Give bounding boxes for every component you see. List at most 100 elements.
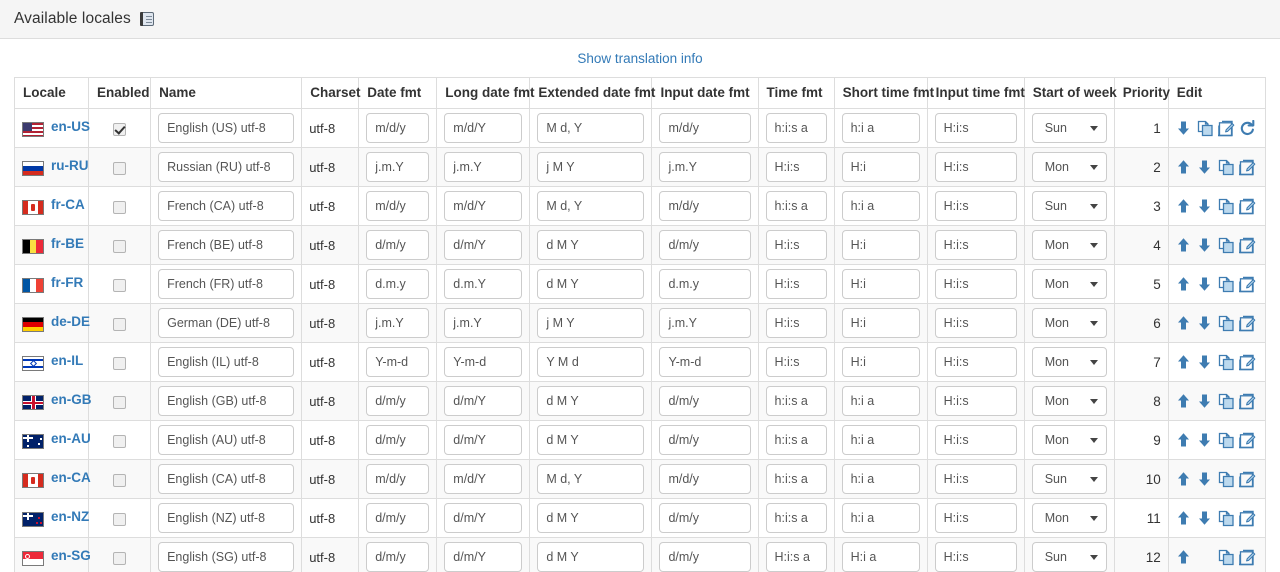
enabled-checkbox-en-SG[interactable]: [113, 551, 127, 565]
input-date-fmt-input-de-DE[interactable]: [659, 308, 751, 338]
ext-date-fmt-input-fr-FR[interactable]: [537, 269, 645, 299]
short-time-fmt-input-en-IL[interactable]: [841, 347, 920, 377]
enabled-checkbox-de-DE[interactable]: [113, 317, 127, 331]
up-arrow-icon[interactable]: [1176, 237, 1193, 254]
ext-date-fmt-input-ru-RU[interactable]: [537, 152, 645, 182]
down-arrow-icon[interactable]: [1197, 510, 1214, 527]
copy-icon[interactable]: [1218, 315, 1235, 332]
copy-icon[interactable]: [1218, 276, 1235, 293]
refresh-icon[interactable]: [1239, 119, 1256, 137]
date-fmt-input-de-DE[interactable]: [366, 308, 430, 338]
input-time-fmt-input-en-SG[interactable]: [934, 542, 1017, 572]
short-time-fmt-input-fr-FR[interactable]: [841, 269, 920, 299]
up-arrow-icon[interactable]: [1176, 393, 1193, 410]
time-fmt-input-fr-FR[interactable]: [765, 269, 827, 299]
input-time-fmt-input-en-CA[interactable]: [934, 464, 1017, 494]
down-arrow-icon[interactable]: [1197, 432, 1214, 449]
edit-icon[interactable]: [1217, 120, 1235, 137]
enabled-checkbox-fr-FR[interactable]: [113, 278, 127, 292]
date-fmt-input-en-IL[interactable]: [366, 347, 430, 377]
name-input-en-IL[interactable]: [158, 347, 295, 377]
long-date-fmt-input-en-US[interactable]: [444, 113, 523, 143]
up-arrow-icon[interactable]: [1176, 354, 1193, 371]
time-fmt-input-en-AU[interactable]: [765, 425, 827, 455]
time-fmt-input-en-US[interactable]: [765, 113, 827, 143]
start-of-week-select-de-DE[interactable]: SunMon: [1031, 308, 1107, 338]
start-of-week-select-en-AU[interactable]: SunMon: [1031, 425, 1107, 455]
input-date-fmt-input-en-GB[interactable]: [659, 386, 751, 416]
short-time-fmt-input-en-GB[interactable]: [841, 386, 920, 416]
start-of-week-select-en-US[interactable]: SunMon: [1031, 113, 1107, 143]
date-fmt-input-en-SG[interactable]: [366, 542, 430, 572]
date-fmt-input-ru-RU[interactable]: [366, 152, 430, 182]
long-date-fmt-input-ru-RU[interactable]: [444, 152, 523, 182]
enabled-checkbox-en-GB[interactable]: [113, 395, 127, 409]
time-fmt-input-en-IL[interactable]: [765, 347, 827, 377]
up-arrow-icon[interactable]: [1176, 432, 1193, 449]
locale-link-en-NZ[interactable]: en-NZ: [51, 509, 89, 524]
input-time-fmt-input-en-NZ[interactable]: [934, 503, 1017, 533]
locale-link-en-CA[interactable]: en-CA: [51, 470, 91, 485]
enabled-checkbox-fr-CA[interactable]: [113, 200, 127, 214]
long-date-fmt-input-en-GB[interactable]: [444, 386, 523, 416]
up-arrow-icon[interactable]: [1176, 198, 1193, 215]
start-of-week-select-en-GB[interactable]: SunMon: [1031, 386, 1107, 416]
locale-link-en-SG[interactable]: en-SG: [51, 548, 91, 563]
input-date-fmt-input-en-NZ[interactable]: [659, 503, 751, 533]
long-date-fmt-input-en-IL[interactable]: [444, 347, 523, 377]
copy-icon[interactable]: [1218, 549, 1235, 566]
up-arrow-icon[interactable]: [1176, 510, 1193, 527]
show-translation-info-link[interactable]: Show translation info: [577, 51, 702, 66]
input-time-fmt-input-ru-RU[interactable]: [934, 152, 1017, 182]
up-arrow-icon[interactable]: [1176, 315, 1193, 332]
edit-icon[interactable]: [1238, 432, 1256, 449]
date-fmt-input-en-US[interactable]: [366, 113, 430, 143]
input-time-fmt-input-en-GB[interactable]: [934, 386, 1017, 416]
time-fmt-input-fr-BE[interactable]: [765, 230, 827, 260]
start-of-week-select-fr-CA[interactable]: SunMon: [1031, 191, 1107, 221]
time-fmt-input-en-NZ[interactable]: [765, 503, 827, 533]
ext-date-fmt-input-de-DE[interactable]: [537, 308, 645, 338]
enabled-checkbox-en-CA[interactable]: [113, 473, 127, 487]
edit-icon[interactable]: [1238, 198, 1256, 215]
start-of-week-select-en-NZ[interactable]: SunMon: [1031, 503, 1107, 533]
edit-icon[interactable]: [1238, 549, 1256, 566]
short-time-fmt-input-fr-CA[interactable]: [841, 191, 920, 221]
short-time-fmt-input-fr-BE[interactable]: [841, 230, 920, 260]
short-time-fmt-input-en-CA[interactable]: [841, 464, 920, 494]
input-time-fmt-input-fr-BE[interactable]: [934, 230, 1017, 260]
date-fmt-input-fr-FR[interactable]: [366, 269, 430, 299]
enabled-checkbox-en-NZ[interactable]: [113, 512, 127, 526]
start-of-week-select-fr-BE[interactable]: SunMon: [1031, 230, 1107, 260]
locale-link-en-IL[interactable]: en-IL: [51, 353, 83, 368]
edit-icon[interactable]: [1238, 393, 1256, 410]
ext-date-fmt-input-en-SG[interactable]: [537, 542, 645, 572]
down-arrow-icon[interactable]: [1176, 120, 1193, 137]
locale-link-fr-CA[interactable]: fr-CA: [51, 197, 85, 212]
date-fmt-input-fr-BE[interactable]: [366, 230, 430, 260]
edit-icon[interactable]: [1238, 315, 1256, 332]
short-time-fmt-input-en-AU[interactable]: [841, 425, 920, 455]
name-input-fr-CA[interactable]: [158, 191, 295, 221]
date-fmt-input-en-AU[interactable]: [366, 425, 430, 455]
up-arrow-icon[interactable]: [1176, 471, 1193, 488]
name-input-en-GB[interactable]: [158, 386, 295, 416]
short-time-fmt-input-en-NZ[interactable]: [841, 503, 920, 533]
down-arrow-icon[interactable]: [1197, 237, 1214, 254]
time-fmt-input-fr-CA[interactable]: [765, 191, 827, 221]
time-fmt-input-en-CA[interactable]: [765, 464, 827, 494]
input-time-fmt-input-en-US[interactable]: [934, 113, 1017, 143]
down-arrow-icon[interactable]: [1197, 198, 1214, 215]
start-of-week-select-en-IL[interactable]: SunMon: [1031, 347, 1107, 377]
copy-icon[interactable]: [1218, 237, 1235, 254]
ext-date-fmt-input-en-IL[interactable]: [537, 347, 645, 377]
input-date-fmt-input-fr-BE[interactable]: [659, 230, 751, 260]
start-of-week-select-ru-RU[interactable]: SunMon: [1031, 152, 1107, 182]
input-date-fmt-input-en-AU[interactable]: [659, 425, 751, 455]
down-arrow-icon[interactable]: [1197, 393, 1214, 410]
short-time-fmt-input-de-DE[interactable]: [841, 308, 920, 338]
input-time-fmt-input-en-AU[interactable]: [934, 425, 1017, 455]
down-arrow-icon[interactable]: [1197, 471, 1214, 488]
time-fmt-input-en-GB[interactable]: [765, 386, 827, 416]
date-fmt-input-en-GB[interactable]: [366, 386, 430, 416]
